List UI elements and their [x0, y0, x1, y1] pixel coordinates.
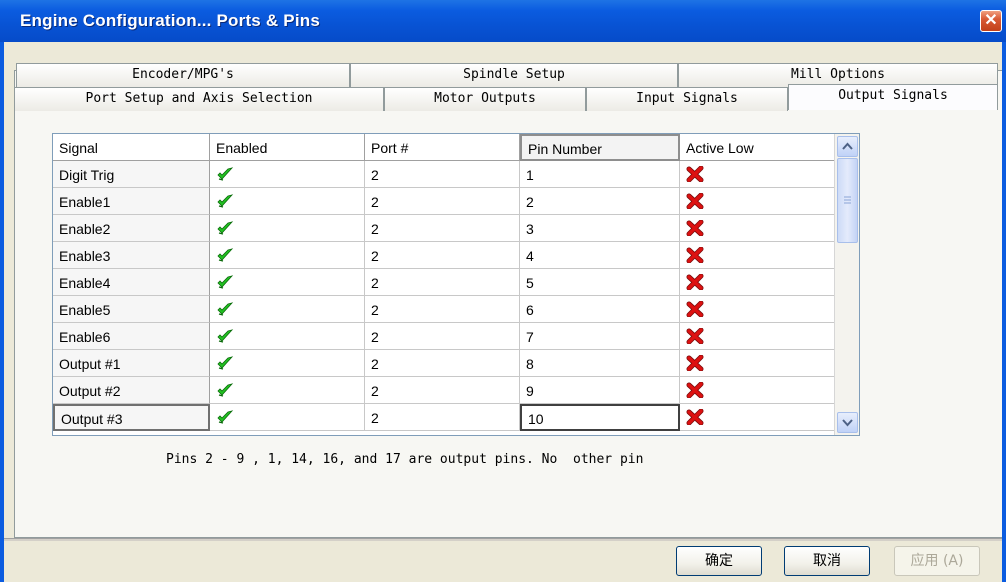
output-signals-grid: Signal Enabled Port # Pin Number Active … — [52, 133, 860, 436]
chevron-down-icon — [842, 419, 853, 427]
ok-button[interactable]: 确定 — [676, 546, 762, 576]
enabled-cell[interactable] — [210, 377, 365, 404]
output-pins-info: Pins 2 - 9 , 1, 14, 16, and 17 are outpu… — [166, 452, 644, 467]
active-low-cell[interactable] — [680, 404, 835, 431]
column-header-pin-number[interactable]: Pin Number — [520, 134, 680, 161]
column-header-port[interactable]: Port # — [365, 134, 520, 161]
active-low-cell[interactable] — [680, 350, 835, 377]
signal-name-cell: Enable3 — [53, 242, 210, 269]
port-number-cell[interactable]: 2 — [365, 188, 520, 215]
scroll-thumb[interactable] — [837, 158, 858, 243]
active-low-cell[interactable] — [680, 269, 835, 296]
red-x-icon — [686, 193, 704, 209]
enabled-cell[interactable] — [210, 188, 365, 215]
active-low-cell[interactable] — [680, 161, 835, 188]
red-x-icon — [686, 220, 704, 236]
grid-vertical-scrollbar[interactable] — [834, 134, 859, 435]
red-x-icon — [686, 247, 704, 263]
green-check-icon — [217, 221, 234, 235]
tab-output-signals[interactable]: Output Signals — [788, 84, 998, 110]
chevron-up-icon — [842, 142, 853, 150]
signal-name-cell: Enable2 — [53, 215, 210, 242]
tab-encoder-mpgs[interactable]: Encoder/MPG's — [16, 63, 350, 87]
signal-name-cell: Enable4 — [53, 269, 210, 296]
signal-name-cell: Output #1 — [53, 350, 210, 377]
green-check-icon — [217, 248, 234, 262]
grip-icon — [844, 196, 851, 204]
green-check-icon — [217, 356, 234, 370]
pin-number-cell[interactable]: 6 — [520, 296, 680, 323]
active-low-cell[interactable] — [680, 188, 835, 215]
column-header-enabled[interactable]: Enabled — [210, 134, 365, 161]
port-number-cell[interactable]: 2 — [365, 161, 520, 188]
pin-number-cell[interactable]: 3 — [520, 215, 680, 242]
red-x-icon — [686, 328, 704, 344]
tab-port-setup-axis-selection[interactable]: Port Setup and Axis Selection — [14, 87, 384, 111]
green-check-icon — [217, 410, 234, 424]
green-check-icon — [217, 167, 234, 181]
pin-number-cell[interactable]: 9 — [520, 377, 680, 404]
red-x-icon — [686, 409, 704, 425]
green-check-icon — [217, 275, 234, 289]
enabled-cell[interactable] — [210, 404, 365, 431]
port-number-cell[interactable]: 2 — [365, 377, 520, 404]
pin-number-cell[interactable]: 4 — [520, 242, 680, 269]
scroll-down-button[interactable] — [837, 412, 858, 433]
signal-name-cell: Enable6 — [53, 323, 210, 350]
pin-number-cell[interactable]: 7 — [520, 323, 680, 350]
red-x-icon — [686, 382, 704, 398]
tab-motor-outputs[interactable]: Motor Outputs — [384, 87, 586, 111]
green-check-icon — [217, 302, 234, 316]
green-check-icon — [217, 194, 234, 208]
pin-number-cell[interactable]: 10 — [520, 404, 680, 431]
tab-spindle-setup[interactable]: Spindle Setup — [350, 63, 678, 87]
enabled-cell[interactable] — [210, 269, 365, 296]
green-check-icon — [217, 383, 234, 397]
pin-number-cell[interactable]: 2 — [520, 188, 680, 215]
enabled-cell[interactable] — [210, 323, 365, 350]
window-title: Engine Configuration... Ports & Pins — [20, 11, 320, 30]
port-number-cell[interactable]: 2 — [365, 269, 520, 296]
enabled-cell[interactable] — [210, 161, 365, 188]
signal-name-cell: Enable1 — [53, 188, 210, 215]
red-x-icon — [686, 274, 704, 290]
active-low-cell[interactable] — [680, 296, 835, 323]
title-bar: Engine Configuration... Ports & Pins ✕ — [0, 0, 1006, 42]
pin-number-cell[interactable]: 8 — [520, 350, 680, 377]
cancel-button[interactable]: 取消 — [784, 546, 870, 576]
signal-name-cell: Output #3 — [53, 404, 210, 431]
enabled-cell[interactable] — [210, 296, 365, 323]
pin-number-cell[interactable]: 5 — [520, 269, 680, 296]
signal-name-cell: Output #2 — [53, 377, 210, 404]
active-low-cell[interactable] — [680, 242, 835, 269]
red-x-icon — [686, 355, 704, 371]
pin-number-cell[interactable]: 1 — [520, 161, 680, 188]
button-area-separator — [4, 538, 1002, 541]
port-number-cell[interactable]: 2 — [365, 296, 520, 323]
signal-name-cell: Digit Trig — [53, 161, 210, 188]
engine-config-dialog: Engine Configuration... Ports & Pins ✕ E… — [0, 0, 1006, 582]
signal-name-cell: Enable5 — [53, 296, 210, 323]
tab-input-signals[interactable]: Input Signals — [586, 87, 788, 111]
active-low-cell[interactable] — [680, 323, 835, 350]
enabled-cell[interactable] — [210, 242, 365, 269]
enabled-cell[interactable] — [210, 350, 365, 377]
red-x-icon — [686, 166, 704, 182]
column-header-active-low[interactable]: Active Low — [680, 134, 835, 161]
port-number-cell[interactable]: 2 — [365, 404, 520, 431]
port-number-cell[interactable]: 2 — [365, 215, 520, 242]
active-low-cell[interactable] — [680, 215, 835, 242]
scroll-up-button[interactable] — [837, 136, 858, 157]
enabled-cell[interactable] — [210, 215, 365, 242]
close-button[interactable]: ✕ — [980, 10, 1002, 32]
apply-button[interactable]: 应用 (A) — [894, 546, 980, 576]
column-header-signal[interactable]: Signal — [53, 134, 210, 161]
port-number-cell[interactable]: 2 — [365, 242, 520, 269]
green-check-icon — [217, 329, 234, 343]
red-x-icon — [686, 301, 704, 317]
port-number-cell[interactable]: 2 — [365, 350, 520, 377]
window-frame-right — [1002, 42, 1006, 582]
active-low-cell[interactable] — [680, 377, 835, 404]
port-number-cell[interactable]: 2 — [365, 323, 520, 350]
